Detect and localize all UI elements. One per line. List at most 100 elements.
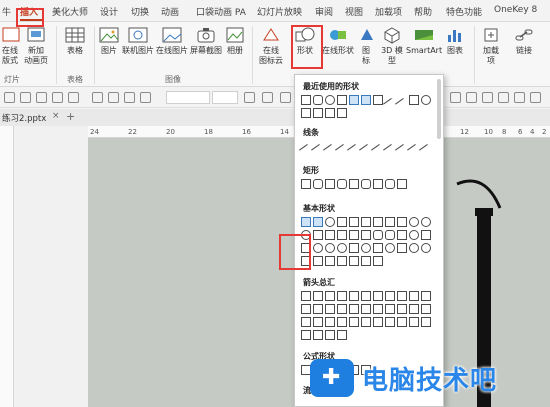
tab-animations[interactable]: 动画 bbox=[161, 5, 179, 19]
arrow-shape[interactable] bbox=[313, 330, 323, 340]
new-anim-page-button[interactable]: 新加 动画页 bbox=[22, 26, 50, 66]
smartart-button[interactable]: SmartArt bbox=[406, 26, 442, 56]
tab-addins[interactable]: 加载项 bbox=[375, 5, 402, 19]
arrow-shape[interactable] bbox=[421, 304, 431, 314]
shape-textbox[interactable] bbox=[349, 95, 359, 105]
basic-shape[interactable] bbox=[397, 230, 407, 240]
arrow-shape[interactable] bbox=[373, 317, 383, 327]
arrow-shape[interactable] bbox=[313, 304, 323, 314]
rect-shape[interactable] bbox=[373, 179, 383, 189]
arrow-shape[interactable] bbox=[373, 291, 383, 301]
size-select[interactable] bbox=[212, 91, 238, 104]
addin-button[interactable]: 加载 项 bbox=[480, 26, 502, 66]
basic-shape[interactable] bbox=[313, 217, 323, 227]
line-shape[interactable] bbox=[383, 144, 397, 158]
arrow-shape[interactable] bbox=[421, 291, 431, 301]
arrow-shape[interactable] bbox=[349, 304, 359, 314]
basic-shape[interactable] bbox=[313, 243, 323, 253]
line-shape[interactable] bbox=[407, 144, 421, 158]
line-shape[interactable] bbox=[359, 144, 373, 158]
tab-features[interactable]: 特色功能 bbox=[446, 5, 482, 19]
arrow-shape[interactable] bbox=[337, 304, 347, 314]
basic-shape[interactable] bbox=[385, 217, 395, 227]
shape-rect-2[interactable] bbox=[373, 95, 383, 105]
shape-line[interactable] bbox=[383, 98, 397, 112]
close-icon[interactable]: × bbox=[52, 111, 60, 121]
toolbar-tool-icon[interactable] bbox=[466, 92, 477, 103]
font-select[interactable] bbox=[166, 91, 210, 104]
basic-shape[interactable] bbox=[373, 243, 383, 253]
rect-shape[interactable] bbox=[397, 179, 407, 189]
line-shape[interactable] bbox=[311, 144, 325, 158]
rect-shape[interactable] bbox=[325, 179, 335, 189]
rect-shape[interactable] bbox=[301, 179, 311, 189]
toolbar-tool-icon[interactable] bbox=[244, 92, 255, 103]
line-shape[interactable] bbox=[395, 144, 409, 158]
tab-transitions[interactable]: 切换 bbox=[131, 5, 149, 19]
shape-rect-3[interactable] bbox=[409, 95, 419, 105]
arrow-shape[interactable] bbox=[301, 291, 311, 301]
shape-oval-2[interactable] bbox=[421, 95, 431, 105]
picture-button[interactable]: 图片 bbox=[98, 26, 120, 56]
basic-shape[interactable] bbox=[325, 243, 335, 253]
basic-shape[interactable] bbox=[409, 230, 419, 240]
dropdown-scrollbar[interactable] bbox=[437, 79, 441, 139]
tab-review[interactable]: 审阅 bbox=[315, 5, 333, 19]
arrow-shape[interactable] bbox=[301, 330, 311, 340]
basic-shape[interactable] bbox=[397, 217, 407, 227]
3d-model-button[interactable]: 3D 模 型 bbox=[378, 26, 406, 66]
toolbar-tool-icon[interactable] bbox=[68, 92, 79, 103]
arrow-shape[interactable] bbox=[337, 317, 347, 327]
arrow-shape[interactable] bbox=[361, 304, 371, 314]
shape-triangle[interactable] bbox=[337, 95, 347, 105]
screenshot-button[interactable]: 屏幕截图 bbox=[189, 26, 223, 56]
basic-shape[interactable] bbox=[301, 217, 311, 227]
tab-slideshow[interactable]: 幻灯片放映 bbox=[257, 5, 302, 19]
toolbar-tool-icon[interactable] bbox=[498, 92, 509, 103]
shape-star[interactable] bbox=[337, 108, 347, 118]
online-shapes-button[interactable]: 在线形状 bbox=[322, 26, 354, 56]
basic-shape[interactable] bbox=[313, 230, 323, 240]
basic-shape[interactable] bbox=[385, 243, 395, 253]
basic-shape[interactable] bbox=[349, 256, 359, 266]
basic-shape[interactable] bbox=[349, 243, 359, 253]
line-shape[interactable] bbox=[299, 144, 313, 158]
toolbar-tool-icon[interactable] bbox=[530, 92, 541, 103]
rect-shape[interactable] bbox=[313, 179, 323, 189]
arrow-shape[interactable] bbox=[385, 304, 395, 314]
arrow-shape[interactable] bbox=[337, 291, 347, 301]
arrow-shape[interactable] bbox=[301, 317, 311, 327]
tab-design[interactable]: 设计 bbox=[100, 5, 118, 19]
basic-shape[interactable] bbox=[325, 230, 335, 240]
arrow-shape[interactable] bbox=[385, 317, 395, 327]
toolbar-tool-icon[interactable] bbox=[36, 92, 47, 103]
toolbar-tool-icon[interactable] bbox=[4, 92, 15, 103]
basic-shape[interactable] bbox=[397, 243, 407, 253]
basic-shape[interactable] bbox=[349, 217, 359, 227]
arrow-shape[interactable] bbox=[325, 304, 335, 314]
toolbar-tool-icon[interactable] bbox=[52, 92, 63, 103]
basic-shape[interactable] bbox=[337, 243, 347, 253]
rect-shape[interactable] bbox=[349, 179, 359, 189]
online-icon-cloud-button[interactable]: 在线 图标云 bbox=[256, 26, 286, 66]
arrow-shape[interactable] bbox=[313, 317, 323, 327]
tab-pocket-animation[interactable]: 口袋动画 PA bbox=[196, 5, 246, 19]
toolbar-tool-icon[interactable] bbox=[280, 92, 291, 103]
line-shape[interactable] bbox=[419, 144, 433, 158]
line-shape[interactable] bbox=[335, 144, 349, 158]
rect-shape[interactable] bbox=[337, 179, 347, 189]
arrow-shape[interactable] bbox=[337, 330, 347, 340]
basic-shape[interactable] bbox=[361, 256, 371, 266]
toolbar-tool-icon[interactable] bbox=[262, 92, 273, 103]
arrow-shape[interactable] bbox=[421, 317, 431, 327]
table-button[interactable]: 表格 bbox=[62, 26, 88, 56]
arrow-shape[interactable] bbox=[409, 291, 419, 301]
album-button[interactable]: 相册 bbox=[224, 26, 246, 56]
basic-shape[interactable] bbox=[361, 230, 371, 240]
basic-shape[interactable] bbox=[349, 230, 359, 240]
arrow-shape[interactable] bbox=[349, 317, 359, 327]
chart-button[interactable]: 图表 bbox=[444, 26, 466, 56]
basic-shape[interactable] bbox=[373, 256, 383, 266]
toolbar-tool-icon[interactable] bbox=[92, 92, 103, 103]
shape-vtextbox[interactable] bbox=[361, 95, 371, 105]
